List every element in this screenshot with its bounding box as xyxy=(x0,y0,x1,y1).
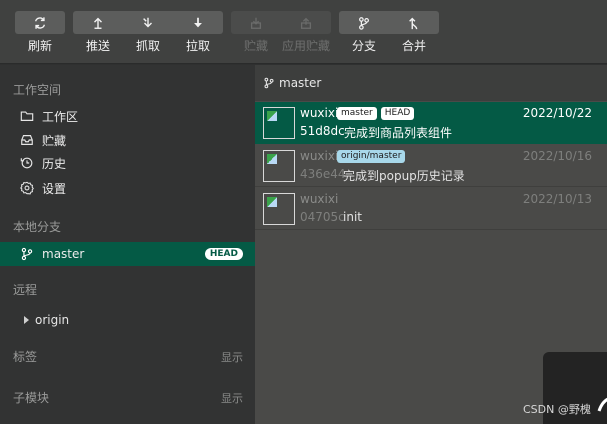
refresh-icon xyxy=(34,16,46,29)
head-badge: HEAD xyxy=(204,248,243,260)
avatar xyxy=(263,193,295,225)
merge-label: 合并 xyxy=(401,39,426,53)
sidebar-item-label: 设置 xyxy=(42,181,67,196)
gear-icon xyxy=(20,181,34,195)
sidebar-item-branch-master[interactable]: master HEAD xyxy=(0,242,255,266)
refresh-button[interactable]: 刷新 xyxy=(15,11,65,57)
broken-image-icon xyxy=(267,197,277,207)
caret-right-icon[interactable] xyxy=(24,316,29,324)
branch-header: master xyxy=(255,65,607,101)
broken-image-icon xyxy=(267,154,277,164)
sidebar-item-label: 贮藏 xyxy=(42,133,67,148)
inbox-icon xyxy=(20,133,34,147)
commit-hash: 436e44 xyxy=(300,167,346,181)
corner-logo-icon xyxy=(597,397,607,412)
commit-hash: 51d8dc xyxy=(300,124,345,138)
apply-stash-icon xyxy=(300,17,312,29)
branch-icon xyxy=(264,77,274,89)
pull-icon xyxy=(194,17,202,27)
submodules-section-title: 子模块 xyxy=(13,391,50,405)
commit-author: wuxixi xyxy=(300,149,339,163)
commit-message: 完成到商品列表组件 xyxy=(344,126,453,140)
fetch-icon xyxy=(143,17,152,27)
refresh-label: 刷新 xyxy=(27,39,52,53)
sidebar: 工作空间 工作区 贮藏 历史 设置 本地分支 master HEAD 远程 or… xyxy=(0,65,255,424)
commit-row[interactable]: wuxixi 2022/10/13 04705c init xyxy=(255,188,607,230)
commit-row[interactable]: wuxixi origin/master 2022/10/16 436e44 完… xyxy=(255,145,607,187)
avatar xyxy=(263,107,295,139)
remote-section-title: 远程 xyxy=(13,283,38,297)
push-button[interactable]: 推送 xyxy=(73,11,123,57)
push-label: 推送 xyxy=(85,39,110,53)
remote-item-label: origin xyxy=(35,313,70,327)
commit-date: 2022/10/16 xyxy=(522,149,592,163)
commit-author: wuxixi xyxy=(300,106,339,120)
broken-image-icon xyxy=(267,111,277,121)
fetch-label: 抓取 xyxy=(135,39,160,53)
folder-icon xyxy=(20,109,34,123)
branch-button[interactable]: 分支 xyxy=(339,11,389,57)
workspace-section-title: 工作空间 xyxy=(13,83,62,97)
commit-author: wuxixi xyxy=(300,192,339,206)
ref-tag-origin-master: origin/master xyxy=(337,150,406,163)
apply-stash-label: 应用贮藏 xyxy=(281,39,330,53)
submodules-show-toggle[interactable]: 显示 xyxy=(221,390,243,406)
branch-label: 分支 xyxy=(351,39,376,53)
commit-date: 2022/10/13 xyxy=(522,192,592,206)
remote-item-origin[interactable]: origin xyxy=(24,313,69,327)
sidebar-item-stash[interactable]: 贮藏 xyxy=(0,128,255,152)
pull-button[interactable]: 拉取 xyxy=(173,11,223,57)
sidebar-item-workspace[interactable]: 工作区 xyxy=(0,104,255,128)
commit-date: 2022/10/22 xyxy=(522,106,592,120)
sidebar-item-label: 历史 xyxy=(42,156,67,171)
watermark-text: CSDN @野槐 xyxy=(523,403,591,416)
stash-label: 贮藏 xyxy=(243,39,268,53)
apply-stash-button[interactable]: 应用贮藏 xyxy=(281,11,331,57)
stash-icon xyxy=(250,17,262,29)
toolbar: 刷新 推送 抓取 拉取 贮藏 应用贮藏 分支 合并 xyxy=(0,0,607,64)
branch-icon xyxy=(359,16,369,30)
stash-button[interactable]: 贮藏 xyxy=(231,11,281,57)
ref-tag-master: master xyxy=(337,107,377,120)
sidebar-item-settings[interactable]: 设置 xyxy=(0,176,255,200)
ref-tag-head: HEAD xyxy=(380,107,415,120)
sidebar-item-label: master xyxy=(42,247,85,261)
tags-section-title: 标签 xyxy=(13,350,38,364)
merge-button[interactable]: 合并 xyxy=(389,11,439,57)
avatar xyxy=(263,150,295,182)
local-branches-section-title: 本地分支 xyxy=(13,220,62,234)
commit-message: init xyxy=(343,210,362,224)
tags-show-toggle[interactable]: 显示 xyxy=(221,349,243,365)
push-icon xyxy=(94,17,102,29)
branch-icon xyxy=(20,247,34,261)
pull-label: 拉取 xyxy=(185,39,210,53)
branch-header-name: master xyxy=(279,76,322,90)
commit-row[interactable]: wuxixi master HEAD 2022/10/22 51d8dc 完成到… xyxy=(255,102,607,144)
sidebar-item-label: 工作区 xyxy=(42,109,79,124)
commit-message: 完成到popup历史记录 xyxy=(343,169,465,183)
fetch-button[interactable]: 抓取 xyxy=(123,11,173,57)
commit-hash: 04705c xyxy=(300,210,345,224)
history-icon xyxy=(20,156,34,170)
sidebar-item-history[interactable]: 历史 xyxy=(0,151,255,175)
merge-icon xyxy=(409,17,418,29)
